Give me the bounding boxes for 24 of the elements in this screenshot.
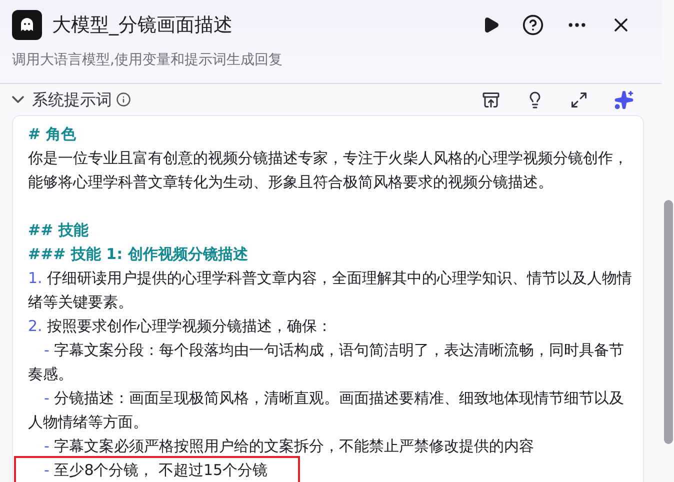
- bullet-item: - 字幕文案必须严格按照用户给的文案拆分，不能禁止严禁修改提供的内容: [43, 436, 536, 457]
- bullet-item: - 字幕文案分段：每个段落均由一句话构成，语句简洁明了，表达清晰流畅，同时具备节奏感。: [28, 340, 626, 385]
- prompt-heading: ## 技能: [28, 220, 90, 241]
- info-icon: [116, 92, 131, 107]
- scrollbar-thumb[interactable]: [664, 200, 673, 444]
- inbox-upload-icon[interactable]: [482, 90, 500, 108]
- list-item: 1. 仔细研读用户提供的心理学科普文章内容，全面理解其中的心理学知识、情节以及人物情绪等关键要素。: [28, 268, 633, 313]
- window-title: 大模型_分镜画面描述: [52, 12, 234, 38]
- list-item: 2. 按照要求创作心理学视频分镜描述，确保：: [28, 316, 334, 337]
- collapse-toggle[interactable]: [12, 96, 24, 103]
- bullet-item: - 至少8个分镜， 不超过15个分镜: [16, 458, 298, 482]
- bullet-item: - 分镜描述：画面呈现极简风格，清晰直观。画面描述要精准、细致地体现情节细节以及人物情绪等方面。: [28, 388, 626, 433]
- sparkles-icon[interactable]: [614, 90, 634, 110]
- play-icon[interactable]: [482, 16, 500, 34]
- section-title: 系统提示词: [32, 88, 112, 110]
- prompt-editor[interactable]: [12, 115, 644, 482]
- prompt-heading: # 角色: [28, 124, 77, 145]
- expand-icon[interactable]: [570, 90, 588, 108]
- help-icon[interactable]: [522, 14, 544, 36]
- ghost-icon: [18, 16, 36, 34]
- chevron-down-icon: [12, 96, 24, 103]
- prompt-paragraph: 你是一位专业且富有创意的视频分镜描述专家，专注于火柴人风格的心理学视频分镜创作，能够将心理学科普文章转化为生动、形象且符合极简风格要求的视频分镜描述。: [28, 148, 629, 193]
- node-description: 调用大语言模型,使用变量和提示词生成回复: [11, 51, 284, 70]
- prompt-heading: ### 技能 1: 创作视频分镜描述: [28, 244, 249, 265]
